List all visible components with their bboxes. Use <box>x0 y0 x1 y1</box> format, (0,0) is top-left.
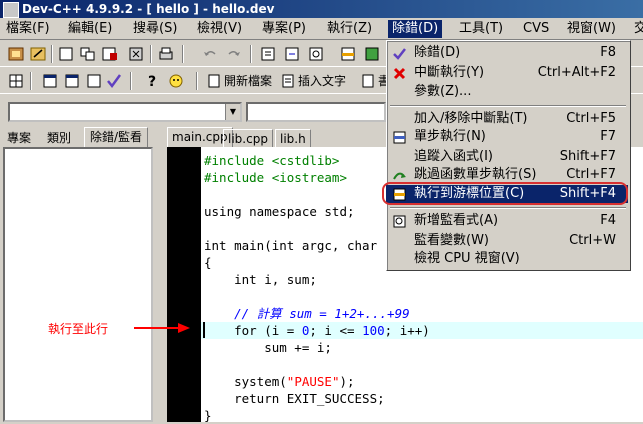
add-watch-icon <box>393 215 406 228</box>
menu-separator <box>390 207 626 209</box>
check-syntax-icon[interactable] <box>104 72 124 90</box>
step-over-icon <box>393 172 406 180</box>
menu-cvs[interactable]: CVS <box>519 20 553 38</box>
code-comment: // 計算 sum = 1+2+...+99 <box>204 306 410 321</box>
check-icon <box>393 48 406 60</box>
about-icon[interactable] <box>166 72 186 90</box>
svg-text:?: ? <box>148 74 156 90</box>
menu-file[interactable]: 檔案(F) <box>2 20 54 38</box>
app-icon <box>3 2 19 18</box>
code-line: sum += i; <box>204 340 332 355</box>
code-line: #include <cstdlib> <box>204 153 340 168</box>
replace-icon[interactable] <box>282 45 302 63</box>
tab-lib-cpp[interactable]: lib.cpp <box>223 129 273 148</box>
menu-item-debug[interactable]: 除錯(D) F8 <box>388 43 628 63</box>
tile-windows-icon[interactable] <box>78 45 98 63</box>
code-line-exec: for (i = 0; i <= 100; i++) <box>204 323 430 338</box>
print-icon[interactable] <box>156 45 176 63</box>
menu-item-add-watch[interactable]: 新增監看式(A) F4 <box>388 211 628 231</box>
undo-icon[interactable] <box>200 45 220 63</box>
annotation-arrow-icon <box>134 323 190 333</box>
menu-item-stop-execution[interactable]: 中斷執行(Y) Ctrl+Alt+F2 <box>388 63 628 83</box>
menu-item-toggle-breakpoint[interactable]: 加入/移除中斷點(T) Ctrl+F5 <box>388 109 628 129</box>
splitter[interactable] <box>153 127 167 422</box>
editor-gutter[interactable] <box>167 147 201 422</box>
menu-edit[interactable]: 編輯(E) <box>64 20 116 38</box>
menu-search[interactable]: 搜尋(S) <box>129 20 181 38</box>
code-line: return EXIT_SUCCESS; <box>204 391 385 406</box>
grid-icon[interactable] <box>6 72 26 90</box>
stop-x-icon <box>393 67 406 80</box>
menu-separator <box>390 105 626 107</box>
run-to-cursor-outline <box>382 182 628 205</box>
close-file-icon[interactable] <box>126 45 146 63</box>
goto-line-icon[interactable] <box>338 45 358 63</box>
code-line: int i, sum; <box>204 272 317 287</box>
tab-classes[interactable]: 類別 <box>42 129 76 147</box>
window-list-3-icon[interactable] <box>84 72 104 90</box>
menu-more[interactable]: 交 <box>630 20 643 38</box>
help-icon[interactable]: ? <box>142 72 162 90</box>
new-window-icon[interactable] <box>56 45 76 63</box>
code-line: int main(int argc, char <box>204 238 378 253</box>
redo-icon[interactable] <box>224 45 244 63</box>
menu-view[interactable]: 檢視(V) <box>193 20 246 38</box>
annotation-label: 執行至此行 <box>48 322 109 336</box>
debug-watch-pane[interactable] <box>3 147 153 422</box>
code-line: using namespace std; <box>204 204 355 219</box>
window-list-icon[interactable] <box>40 72 60 90</box>
text-caret <box>203 322 205 338</box>
menu-item-step-into[interactable]: 追蹤入函式(I) Shift+F7 <box>388 147 628 167</box>
menu-item-parameters[interactable]: 參數(Z)... <box>388 82 628 102</box>
menu-item-cpu-window[interactable]: 檢視 CPU 視窗(V) <box>388 249 628 269</box>
code-line: system("PAUSE"); <box>204 374 355 389</box>
bookmark-icon <box>362 74 374 88</box>
menu-tools[interactable]: 工具(T) <box>455 20 507 38</box>
menu-item-watch-variables[interactable]: 監看變數(W) Ctrl+W <box>388 231 628 251</box>
chevron-down-icon[interactable]: ▼ <box>225 104 240 120</box>
member-combo[interactable] <box>246 102 386 122</box>
title-bar: Dev-C++ 4.9.9.2 - [ hello ] - hello.dev <box>0 0 643 18</box>
menu-bar: 檔案(F) 編輯(E) 搜尋(S) 檢視(V) 專案(P) 執行(Z) 除錯(D… <box>0 18 643 40</box>
menu-execute[interactable]: 執行(Z) <box>323 20 376 38</box>
menu-item-step[interactable]: 單步執行(N) F7 <box>388 127 628 147</box>
save-all-icon[interactable] <box>100 45 120 63</box>
window-title: Dev-C++ 4.9.9.2 - [ hello ] - hello.dev <box>22 2 275 16</box>
tab-debug-watch[interactable]: 除錯/監看 <box>84 127 149 148</box>
compile-icon[interactable] <box>362 45 382 63</box>
insert-text-icon <box>282 74 294 88</box>
menu-window[interactable]: 視窗(W) <box>563 20 620 38</box>
insert-text-label: 插入文字 <box>298 74 347 88</box>
left-panel-tabs: 專案 類別 除錯/監看 <box>0 127 160 148</box>
find-icon[interactable] <box>258 45 278 63</box>
class-combo[interactable]: ▼ <box>8 102 242 122</box>
new-file-icon <box>208 74 220 88</box>
save-project-icon[interactable] <box>28 45 48 63</box>
menu-debug[interactable]: 除錯(D) <box>388 20 443 38</box>
code-line: { <box>204 255 212 270</box>
new-file-label: 開新檔案 <box>224 74 273 88</box>
new-file-button[interactable]: 開新檔案 <box>206 72 272 90</box>
insert-text-button[interactable]: 插入文字 <box>280 72 346 90</box>
step-icon <box>393 131 406 144</box>
tab-lib-h[interactable]: lib.h <box>275 129 311 148</box>
menu-project[interactable]: 專案(P) <box>258 20 310 38</box>
tab-project[interactable]: 專案 <box>2 129 36 147</box>
open-project-icon[interactable] <box>6 45 26 63</box>
code-line: } <box>204 408 212 423</box>
find-next-icon[interactable] <box>306 45 326 63</box>
window-list-2-icon[interactable] <box>62 72 82 90</box>
code-line: #include <iostream> <box>204 170 347 185</box>
